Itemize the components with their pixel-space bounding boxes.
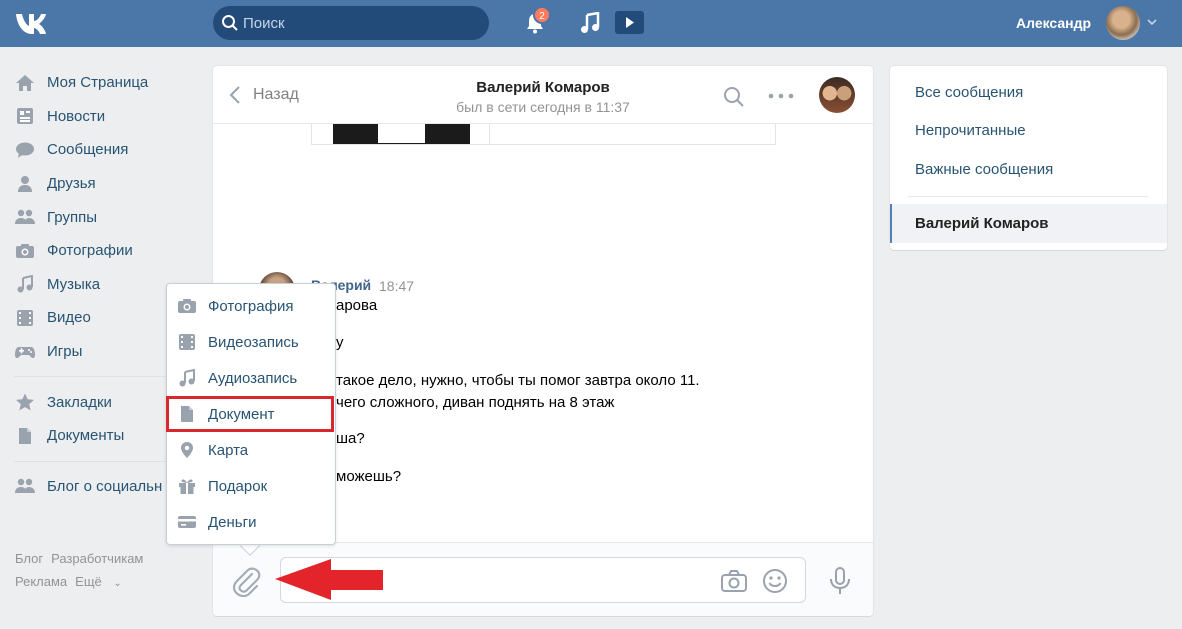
nav-label: Блог о социальн (47, 477, 163, 495)
message-text-line: чего сложного, диван поднять на 8 этаж (336, 394, 615, 411)
video-icon (14, 308, 36, 328)
smile-icon[interactable] (762, 568, 788, 594)
nav-label: Группы (47, 208, 97, 226)
attach-menu-label: Аудиозапись (208, 369, 298, 387)
nav-label: Сообщения (47, 141, 129, 159)
highlight-box (166, 396, 334, 432)
annotation-arrow (275, 559, 383, 600)
vk-logo-icon[interactable] (14, 10, 56, 36)
document-icon (14, 426, 36, 446)
nav-label: Документы (47, 427, 125, 445)
messages-icon (14, 140, 36, 160)
attach-menu-item-gift[interactable]: Подарок (167, 468, 335, 504)
filter-important[interactable]: Важные сообщения (915, 161, 1053, 178)
audio-icon (177, 368, 197, 388)
money-icon (177, 512, 197, 532)
photos-icon (14, 241, 36, 261)
active-conversation[interactable]: Валерий Комаров (890, 204, 1167, 243)
footer-links: Блог Разработчикам Реклама Ещё ⌄ (15, 547, 151, 595)
attachment-divider (489, 124, 490, 145)
message-text-line: ша? (336, 430, 365, 447)
camera-icon[interactable] (720, 569, 748, 593)
footer-link-developers[interactable]: Разработчикам (51, 551, 143, 566)
paperclip-icon[interactable] (233, 567, 261, 597)
filter-all-messages[interactable]: Все сообщения (915, 84, 1023, 101)
attach-menu-label: Деньги (208, 513, 257, 531)
notification-badge: 2 (533, 6, 551, 24)
message-text-line: арова (336, 297, 378, 314)
attach-menu-item-photo[interactable]: Фотография (167, 288, 335, 324)
nav-label: Закладки (47, 393, 112, 411)
music-icon[interactable] (580, 12, 600, 34)
search-box[interactable] (213, 6, 489, 40)
attach-menu-item-video[interactable]: Видеозапись (167, 324, 335, 360)
filter-unread[interactable]: Непрочитанные (915, 122, 1026, 139)
panel-divider (908, 196, 1148, 197)
play-icon[interactable] (615, 11, 644, 34)
nav-item-my-page[interactable]: Моя Страница (14, 66, 169, 100)
message-time: 18:47 (379, 278, 415, 294)
top-bar: 2 Александр (0, 0, 1182, 47)
friends-icon (14, 174, 36, 194)
nav-item-blog-group[interactable]: Блог о социальн (14, 470, 169, 504)
map-pin-icon (177, 440, 197, 460)
camera-icon (177, 296, 197, 316)
peer-status: был в сети сегодня в 11:37 (456, 99, 630, 115)
nav-item-friends[interactable]: Друзья (14, 167, 169, 201)
footer-link-blog[interactable]: Блог (15, 551, 43, 566)
peer-avatar[interactable] (819, 77, 855, 113)
nav-label: Видео (47, 309, 91, 327)
nav-item-music[interactable]: Музыка (14, 268, 169, 302)
message-text-line: у (336, 334, 344, 351)
nav-label: Моя Страница (47, 74, 149, 92)
music-icon (14, 274, 36, 294)
search-icon (222, 15, 238, 31)
microphone-icon[interactable] (829, 567, 851, 595)
attachment-image-detail (378, 124, 425, 143)
message-text-line: такое дело, нужно, чтобы ты помог завтра… (336, 372, 700, 389)
star-icon (14, 392, 36, 412)
search-input[interactable] (243, 6, 483, 40)
active-conversation-label: Валерий Комаров (915, 215, 1049, 232)
message-text-line: можешь? (336, 468, 402, 485)
nav-label: Фотографии (47, 242, 133, 260)
nav-label: Музыка (47, 275, 101, 293)
nav-item-news[interactable]: Новости (14, 100, 169, 134)
nav-item-documents[interactable]: Документы (14, 419, 169, 453)
film-icon (177, 332, 197, 352)
nav-item-photos[interactable]: Фотографии (14, 234, 169, 268)
nav-item-messages[interactable]: Сообщения (14, 133, 169, 167)
user-name[interactable]: Александр (1016, 15, 1091, 31)
nav-item-bookmarks[interactable]: Закладки (14, 385, 169, 419)
user-avatar[interactable] (1106, 6, 1140, 40)
home-icon (14, 73, 36, 93)
footer-link-ads[interactable]: Реклама (15, 574, 67, 589)
attach-menu-item-map[interactable]: Карта (167, 432, 335, 468)
nav-item-games[interactable]: Игры (14, 335, 169, 369)
more-icon[interactable] (768, 93, 794, 99)
search-icon[interactable] (723, 86, 745, 108)
gift-icon (177, 476, 197, 496)
attach-menu-label: Карта (208, 441, 249, 459)
attach-menu-label: Видеозапись (208, 333, 299, 351)
chevron-down-icon[interactable] (1146, 17, 1158, 27)
nav-label: Игры (47, 343, 83, 361)
nav-label: Друзья (47, 175, 96, 193)
games-icon (14, 342, 36, 362)
attach-menu-item-money[interactable]: Деньги (167, 504, 335, 540)
nav-label: Новости (47, 107, 106, 125)
footer-more-label: Ещё (75, 574, 102, 589)
right-panel: Все сообщения Непрочитанные Важные сообщ… (890, 66, 1167, 250)
footer-link-more[interactable]: Ещё ⌄ (75, 574, 130, 589)
nav-item-groups[interactable]: Группы (14, 200, 169, 234)
groups-icon (14, 476, 36, 496)
news-icon (14, 106, 36, 126)
attach-menu-label: Фотография (208, 297, 294, 315)
chevron-down-icon: ⌄ (113, 578, 122, 589)
chat-header: Назад Валерий Комаров был в сети сегодня… (213, 66, 873, 124)
attach-menu-label: Подарок (208, 477, 268, 495)
attach-menu-item-audio[interactable]: Аудиозапись (167, 360, 335, 396)
nav-item-video[interactable]: Видео (14, 301, 169, 335)
groups-icon (14, 207, 36, 227)
